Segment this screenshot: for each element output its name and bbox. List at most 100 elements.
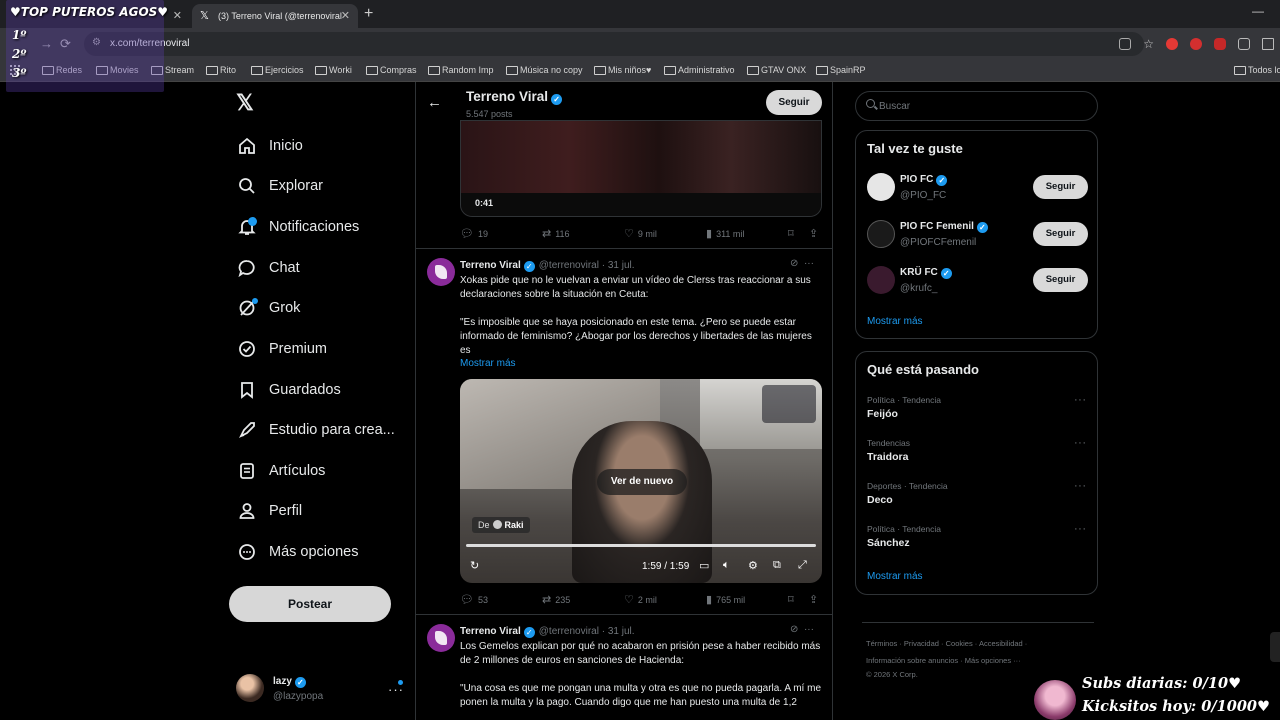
account-avatar[interactable]: [236, 674, 264, 702]
nav-guardados[interactable]: Guardados: [236, 375, 341, 405]
like-button[interactable]: ♡ 2 mil: [624, 593, 657, 606]
bookmark-musica[interactable]: Música no copy: [506, 65, 583, 75]
tweet-video-thumbnail[interactable]: 0:41: [460, 120, 822, 217]
bookmark-worki[interactable]: Worki: [315, 65, 352, 75]
trend-name[interactable]: Feijóo: [867, 408, 898, 420]
bookmark-random-imp[interactable]: Random Imp: [428, 65, 494, 75]
follow-button[interactable]: Seguir: [766, 90, 822, 115]
settings-icon[interactable]: ⚙: [748, 559, 758, 572]
nav-label: Grok: [269, 300, 301, 316]
suggestion-avatar[interactable]: [867, 266, 895, 294]
post-button[interactable]: Postear: [229, 586, 391, 622]
footer-links[interactable]: Información sobre anuncios · Más opcione…: [866, 656, 1021, 665]
nav-label: Premium: [269, 341, 328, 357]
nav-notificaciones[interactable]: Notificaciones: [236, 212, 359, 242]
reply-button[interactable]: 💬︎ 53: [460, 593, 488, 606]
trend-more-icon[interactable]: ···: [1074, 437, 1087, 449]
show-more-link[interactable]: Mostrar más: [867, 571, 923, 582]
nav-inicio[interactable]: Inicio: [236, 131, 303, 161]
nav-chat[interactable]: Chat: [236, 253, 300, 283]
trend-more-icon[interactable]: ···: [1074, 394, 1087, 406]
nav-label: Guardados: [269, 382, 341, 398]
tweet-more-icon[interactable]: ···: [804, 624, 814, 635]
trend-name[interactable]: Sánchez: [867, 537, 910, 549]
puzzle-icon[interactable]: [1238, 38, 1250, 50]
bookmark-rito[interactable]: Rito: [206, 65, 236, 75]
bookmark-administrativo[interactable]: Administrativo: [664, 65, 735, 75]
tweet-author[interactable]: Terreno Viral: [460, 260, 521, 271]
back-arrow-icon[interactable]: ←: [427, 94, 442, 111]
nav-perfil[interactable]: Perfil: [236, 496, 302, 526]
trend-more-icon[interactable]: ···: [1074, 480, 1087, 492]
tweet-author[interactable]: Terreno Viral: [460, 626, 521, 637]
show-more-link[interactable]: Mostrar más: [867, 316, 923, 327]
bookmark-gtav[interactable]: GTAV ONX: [747, 65, 806, 75]
adblock-icon[interactable]: [1166, 38, 1178, 50]
nav-articulos[interactable]: Artículos: [236, 456, 325, 486]
follow-button[interactable]: Seguir: [1033, 268, 1088, 292]
bookmark-button[interactable]: ⌑: [788, 227, 794, 240]
share-button[interactable]: ⇪: [809, 593, 818, 606]
heart-icon: ♡: [624, 594, 634, 606]
minimize-icon[interactable]: —: [1252, 4, 1264, 18]
tweet-more-icon[interactable]: ···: [804, 258, 814, 269]
follow-button[interactable]: Seguir: [1033, 222, 1088, 246]
bookmark-mis-ninos[interactable]: Mis niños♥: [594, 65, 651, 75]
trend-name[interactable]: Traidora: [867, 451, 908, 463]
share-button[interactable]: ⇪: [809, 227, 818, 240]
tweet-avatar[interactable]: [427, 258, 455, 286]
views-button[interactable]: ▮ 311 mil: [706, 227, 744, 240]
account-menu-icon[interactable]: ···: [388, 680, 404, 697]
bookmark-all[interactable]: Todos los: [1234, 65, 1280, 75]
suggestion-name[interactable]: PIO FC Femenil ✓: [900, 221, 988, 233]
star-icon[interactable]: ☆: [1143, 38, 1154, 50]
like-button[interactable]: ♡ 9 mil: [624, 227, 657, 240]
bookmark-spainrp[interactable]: SpainRP: [816, 65, 866, 75]
browser-tab-2[interactable]: 𝕏 (3) Terreno Viral (@terrenoviral ✕: [192, 4, 358, 28]
new-tab-icon[interactable]: +: [364, 5, 373, 23]
nav-estudio[interactable]: Estudio para crea...: [236, 415, 395, 445]
repost-button[interactable]: ⇄ 235: [542, 593, 570, 606]
volume-icon[interactable]: 🔈︎: [723, 559, 730, 572]
reply-button[interactable]: 💬︎ 19: [460, 227, 488, 240]
suggestion-avatar[interactable]: [867, 173, 895, 201]
suggestion-name[interactable]: PIO FC ✓: [900, 174, 948, 186]
trend-more-icon[interactable]: ···: [1074, 523, 1087, 535]
footer-links[interactable]: Términos · Privacidad · Cookies · Accesi…: [866, 639, 1027, 648]
bookmark-compras[interactable]: Compras: [366, 65, 417, 75]
repost-button[interactable]: ⇄ 116: [542, 227, 570, 240]
nav-mas-opciones[interactable]: Más opciones: [236, 537, 358, 567]
replay-icon[interactable]: ↻: [470, 559, 479, 572]
replay-button[interactable]: Ver de nuevo: [597, 469, 687, 495]
suggestion-name[interactable]: KRÜ FC ✓: [900, 267, 952, 279]
tweet-video-player[interactable]: Ver de nuevo De Raki ↻ 1:59 / 1:59 ▭ 🔈︎ ⚙…: [460, 379, 822, 583]
suggestion-avatar[interactable]: [867, 220, 895, 248]
extension-record-icon[interactable]: [1214, 38, 1226, 50]
bookmark-button[interactable]: ⌑: [788, 593, 794, 606]
close-tab-icon[interactable]: ✕: [341, 9, 350, 22]
address-bar[interactable]: ⚙ x.com/terrenoviral: [84, 32, 1144, 56]
show-more-link[interactable]: Mostrar más: [460, 358, 516, 369]
tweet-avatar[interactable]: [427, 624, 455, 652]
cast-icon[interactable]: [1119, 38, 1132, 50]
fullscreen-icon[interactable]: ⤢: [798, 559, 807, 572]
x-logo-icon[interactable]: 𝕏: [236, 92, 258, 114]
bookmark-ejercicios[interactable]: Ejercicios: [251, 65, 304, 75]
views-button[interactable]: ▮ 765 mil: [706, 593, 745, 606]
grok-tweet-icon[interactable]: ⊘: [790, 258, 798, 269]
nav-grok[interactable]: Grok: [236, 293, 300, 323]
search-box[interactable]: Buscar: [855, 91, 1098, 121]
picture-in-picture-icon[interactable]: ⧉: [773, 559, 781, 572]
trend-name[interactable]: Deco: [867, 494, 893, 506]
source-avatar: [492, 520, 502, 529]
follow-button[interactable]: Seguir: [1033, 175, 1088, 199]
sidebar-icon[interactable]: [1262, 38, 1274, 50]
nav-explorar[interactable]: Explorar: [236, 171, 323, 201]
captions-icon[interactable]: ▭: [699, 559, 709, 572]
video-source-pill[interactable]: De Raki: [472, 517, 530, 533]
video-progress-bar[interactable]: [466, 544, 816, 547]
nav-premium[interactable]: Premium: [236, 334, 327, 364]
grok-tweet-icon[interactable]: ⊘: [790, 624, 798, 635]
close-tab-icon[interactable]: ✕: [173, 9, 182, 22]
extension-red-icon[interactable]: [1190, 38, 1202, 50]
